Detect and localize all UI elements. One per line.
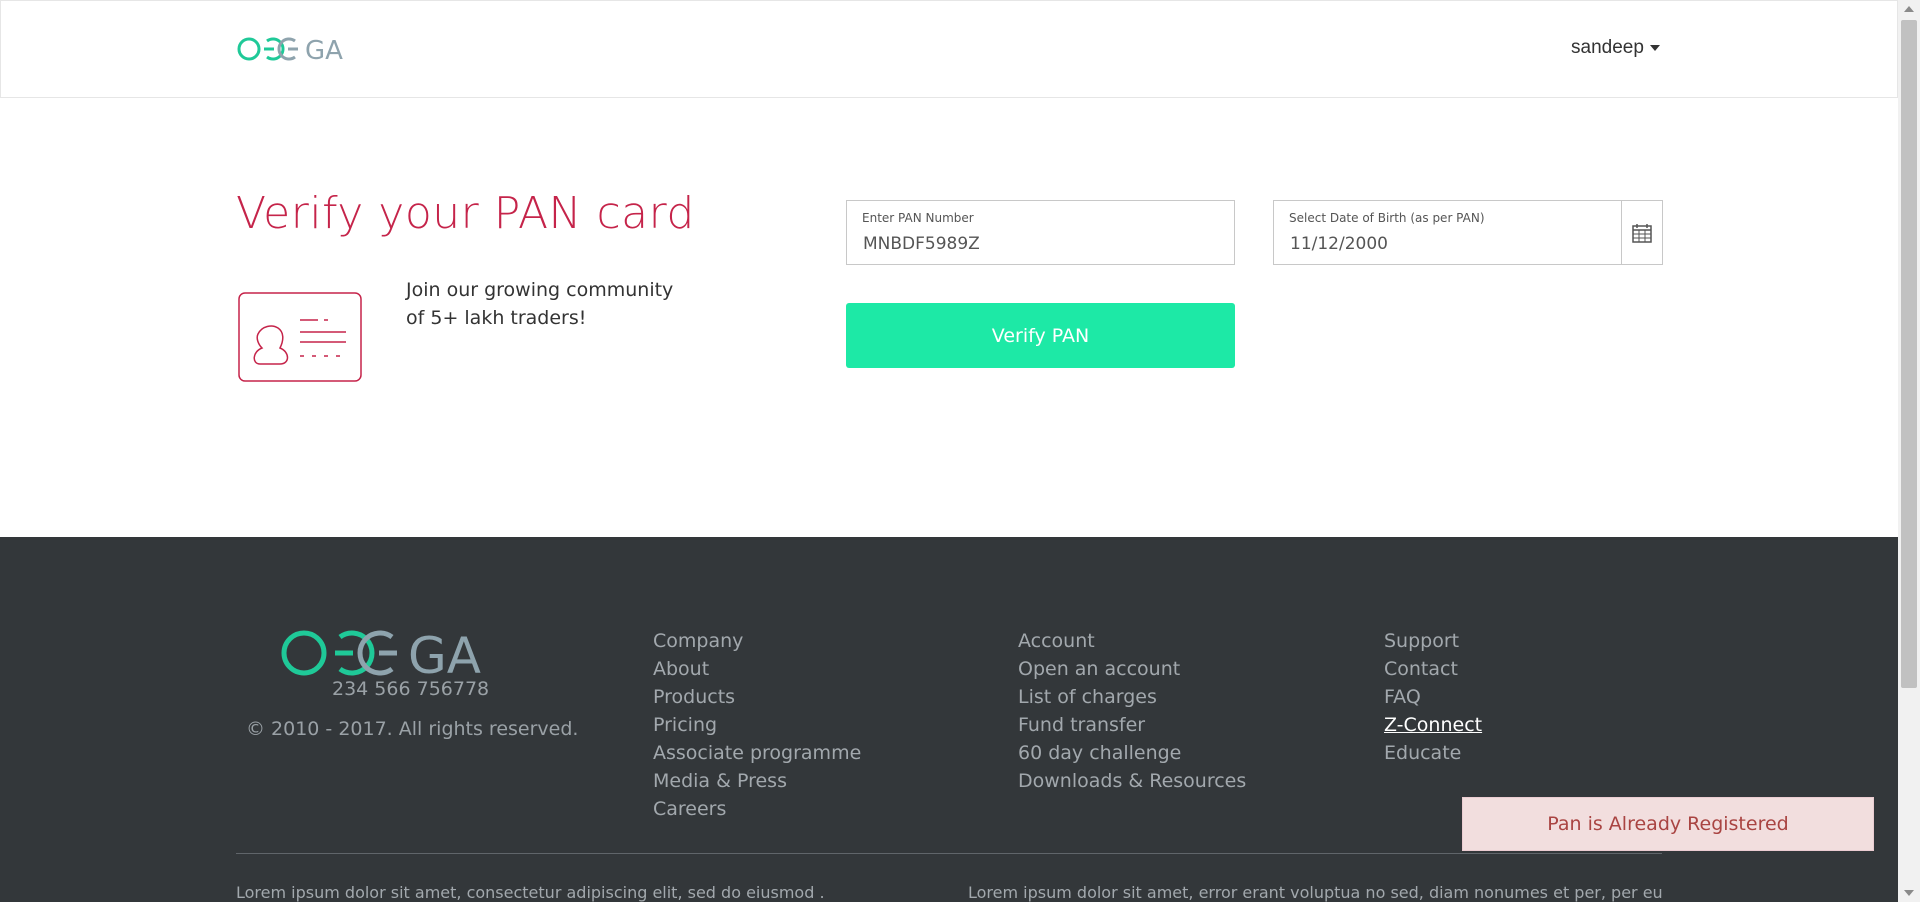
dob-field[interactable]: Select Date of Birth (as per PAN) 11/12/… xyxy=(1273,200,1663,265)
community-text: Join our growing community of 5+ lakh tr… xyxy=(406,279,674,329)
footer-link[interactable]: Downloads & Resources xyxy=(1018,767,1246,795)
footer-divider xyxy=(236,853,1662,854)
footer-link[interactable]: FAQ xyxy=(1384,683,1482,711)
pan-field-value[interactable]: MNBDF5989Z xyxy=(863,234,980,254)
calendar-icon xyxy=(1632,223,1652,243)
user-menu-dropdown[interactable]: sandeep xyxy=(1571,37,1660,59)
verify-pan-button[interactable]: Verify PAN xyxy=(846,303,1235,368)
footer-link[interactable]: Associate programme xyxy=(653,739,861,767)
pan-field-label: Enter PAN Number xyxy=(862,211,974,225)
footer-link[interactable]: Contact xyxy=(1384,655,1482,683)
footer-link[interactable]: Careers xyxy=(653,795,861,823)
footer-link[interactable]: Pricing xyxy=(653,711,861,739)
scroll-thumb[interactable] xyxy=(1901,20,1917,688)
scroll-up-arrow-icon[interactable] xyxy=(1904,6,1914,12)
error-toast[interactable]: Pan is Already Registered xyxy=(1462,797,1874,851)
footer-link[interactable]: Open an account xyxy=(1018,655,1246,683)
footer-phone: 234 566 756778 xyxy=(332,678,490,700)
omega-logo[interactable]: GA xyxy=(237,33,361,65)
page-scrollbar[interactable] xyxy=(1898,0,1920,902)
svg-text:GA: GA xyxy=(305,36,343,65)
footer-column-company: Company About Products Pricing Associate… xyxy=(653,627,861,823)
footer-link-z-connect[interactable]: Z-Connect xyxy=(1384,711,1482,739)
pan-card-icon xyxy=(238,292,362,382)
page-title: Verify your PAN card xyxy=(236,188,695,239)
footer-copyright: © 2010 - 2017. All rights reserved. xyxy=(246,718,579,740)
caret-down-icon xyxy=(1649,44,1660,51)
footer-link[interactable]: Fund transfer xyxy=(1018,711,1246,739)
footer-text-left: Lorem ipsum dolor sit amet, consectetur … xyxy=(236,883,825,902)
footer-column-support: Support Contact FAQ Z-Connect Educate xyxy=(1384,627,1482,767)
dob-field-value[interactable]: 11/12/2000 xyxy=(1290,234,1388,254)
pan-number-field[interactable]: Enter PAN Number MNBDF5989Z xyxy=(846,200,1235,265)
footer-link[interactable]: About xyxy=(653,655,861,683)
top-header: GA sandeep xyxy=(0,0,1898,98)
calendar-button[interactable] xyxy=(1621,201,1662,264)
footer-column-account: Account Open an account List of charges … xyxy=(1018,627,1246,795)
footer-link[interactable]: 60 day challenge xyxy=(1018,739,1246,767)
footer-link[interactable]: Company xyxy=(653,627,861,655)
omega-logo[interactable]: GA xyxy=(280,627,522,679)
dob-field-label: Select Date of Birth (as per PAN) xyxy=(1289,211,1485,225)
user-name[interactable]: sandeep xyxy=(1571,37,1644,58)
footer-link[interactable]: Products xyxy=(653,683,861,711)
svg-text:GA: GA xyxy=(408,627,481,679)
footer-link[interactable]: Account xyxy=(1018,627,1246,655)
footer-link[interactable]: List of charges xyxy=(1018,683,1246,711)
footer-link[interactable]: Media & Press xyxy=(653,767,861,795)
footer-link[interactable]: Educate xyxy=(1384,739,1482,767)
footer-link[interactable]: Support xyxy=(1384,627,1482,655)
scroll-down-arrow-icon[interactable] xyxy=(1904,890,1914,896)
footer-text-right: Lorem ipsum dolor sit amet, error erant … xyxy=(968,883,1663,902)
